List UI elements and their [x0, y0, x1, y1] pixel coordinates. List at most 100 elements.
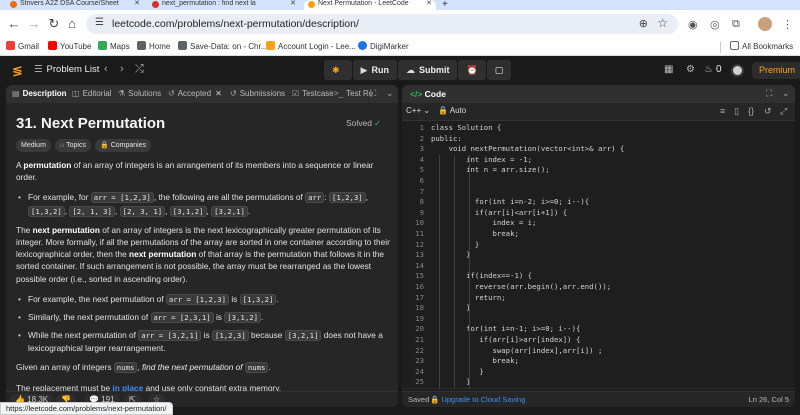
code-line[interactable]: 9 if(arr[i]<arr[i+1]) {	[402, 208, 795, 219]
user-avatar[interactable]	[731, 64, 744, 77]
bookmark-icon[interactable]: ▯	[734, 106, 739, 117]
code-line[interactable]: 16 reverse(arr.begin(),arr.end());	[402, 282, 795, 293]
code-line[interactable]: 13 }	[402, 250, 795, 261]
run-button[interactable]: ▶ Run	[352, 60, 397, 80]
code-line[interactable]: 2 public:	[402, 134, 795, 145]
next-problem-icon[interactable]: ›	[120, 63, 124, 75]
maximize-icon[interactable]: ⛶	[766, 88, 772, 99]
code-line[interactable]: 12 }	[402, 240, 795, 251]
braces-icon[interactable]: {}	[748, 106, 754, 116]
bookmark-youtube[interactable]: YouTube	[48, 41, 91, 51]
problem-list-button[interactable]: ☰ Problem List	[34, 64, 99, 75]
address-bar[interactable]: ☰ leetcode.com/problems/next-permutation…	[86, 14, 678, 34]
code-line[interactable]: 7	[402, 187, 795, 198]
home-icon[interactable]: ⌂	[64, 16, 80, 32]
bookmark-gmail[interactable]: Gmail	[6, 41, 39, 51]
language-select[interactable]: C++ ⌄	[406, 106, 430, 115]
code-line[interactable]: 20 for(int i=n-1; i>=0; i--){	[402, 324, 795, 335]
zoom-icon[interactable]: ⊕	[639, 17, 648, 30]
code-line[interactable]: 22 swap(arr[index],arr[i]) ;	[402, 346, 795, 357]
code-line[interactable]: 1 class Solution {	[402, 123, 795, 134]
bookmark-account-login[interactable]: Account Login - Lee...	[266, 41, 356, 51]
profile-avatar[interactable]	[758, 17, 772, 31]
companies-chip[interactable]: 🔒 Companies	[94, 139, 152, 152]
layout-grid-icon[interactable]: ▦	[664, 64, 673, 75]
topics-chip[interactable]: ⌂ Topics	[54, 139, 91, 152]
prev-problem-icon[interactable]: ‹	[104, 63, 108, 75]
forward-arrow-icon[interactable]: →	[26, 16, 42, 32]
description-paragraph: Given an array of integers nums, find th…	[16, 361, 271, 373]
premium-button[interactable]: Premium	[752, 62, 800, 79]
code-line[interactable]: 5 int n = arr.size();	[402, 165, 795, 176]
browser-tab-leetcode[interactable]: Next Permutation - LeetCode ✕	[304, 0, 436, 10]
line-number: 16	[415, 282, 424, 291]
bookmark-save-data[interactable]: Save-Data: on - Chr...	[178, 41, 267, 51]
code-line[interactable]: 21 if(arr[i]>arr[index]) {	[402, 335, 795, 346]
cursor-position: Ln 26, Col 5	[748, 395, 789, 404]
bookmark-digimarker[interactable]: DigiMarker	[358, 41, 409, 51]
code-line[interactable]: 24 }	[402, 367, 795, 378]
code-line[interactable]: 10 index = i;	[402, 218, 795, 229]
extension-icon[interactable]: ◎	[710, 18, 720, 31]
browser-tab-next-permutation-find[interactable]: next_permutation : find next la ✕	[148, 0, 300, 10]
timer-button[interactable]: ⏰	[458, 60, 486, 80]
code-line[interactable]: 19	[402, 314, 795, 325]
code-editor[interactable]: 1 class Solution {2 public: 3 void nextPerm…	[402, 123, 795, 389]
line-number: 17	[415, 292, 424, 302]
tab-description[interactable]: ▤ Description	[12, 89, 67, 98]
code-line[interactable]: 25 }	[402, 377, 795, 388]
url-text[interactable]: leetcode.com/problems/next-permutation/d…	[112, 18, 359, 30]
site-info-icon[interactable]: ☰	[95, 17, 104, 28]
new-tab-plus-icon[interactable]: +	[442, 0, 448, 10]
close-icon[interactable]: ✕	[215, 89, 222, 98]
back-arrow-icon[interactable]: ←	[6, 16, 22, 32]
browser-tab-strivers[interactable]: Strivers A2Z DSA Course/Sheet ✕	[6, 0, 144, 10]
tab-test-result[interactable]: >_ Test Re	[334, 89, 373, 98]
close-icon[interactable]: ✕	[426, 0, 432, 8]
reset-icon[interactable]: ↺	[764, 106, 772, 117]
auto-mode-toggle[interactable]: 🔒 Auto	[438, 106, 466, 115]
format-icon[interactable]: ≡	[720, 106, 725, 116]
code-line[interactable]: 14	[402, 261, 795, 272]
code-line[interactable]: 15 if(index==-1) {	[402, 271, 795, 282]
menu-kebab-icon[interactable]: ⋮	[782, 18, 793, 31]
note-icon: ▢	[494, 65, 504, 75]
bookmark-star-icon[interactable]: ☆	[657, 16, 668, 30]
code-line[interactable]: 23 break;	[402, 356, 795, 367]
code-text: break;	[431, 356, 519, 366]
code-line[interactable]: 8 for(int i=n-2; i>=0; i--){	[402, 197, 795, 208]
code-line[interactable]: 17 return;	[402, 293, 795, 304]
close-icon[interactable]: ✕	[134, 0, 140, 8]
debug-button[interactable]: ✱	[324, 60, 352, 80]
all-bookmarks[interactable]: All Bookmarks	[730, 41, 793, 51]
tab-testcase[interactable]: ☑ Testcase	[292, 89, 334, 98]
notes-button[interactable]: ▢	[486, 60, 512, 80]
code-line[interactable]: 6	[402, 176, 795, 187]
chevron-down-icon[interactable]: ⌄	[386, 88, 394, 99]
bookmark-maps[interactable]: Maps	[98, 41, 130, 51]
code-line[interactable]: 11 break;	[402, 229, 795, 240]
tab-submissions[interactable]: ↺ Submissions	[230, 89, 285, 98]
extensions-puzzle-icon[interactable]: ⧉	[732, 18, 740, 31]
tab-solutions[interactable]: ⚗ Solutions	[118, 89, 161, 98]
code-line[interactable]: 4 int index = -1;	[402, 155, 795, 166]
streak-fire-icon[interactable]: ♨	[704, 64, 713, 75]
upgrade-cloud-link[interactable]: 🔒 Upgrade to Cloud Saving	[430, 395, 525, 404]
maximize-icon[interactable]: ⛶	[370, 88, 376, 99]
code-line[interactable]: 26 reverse(arr.begin()+index+1, arr.end(…	[402, 388, 795, 389]
extension-icon[interactable]: ◉	[688, 18, 698, 31]
chevron-down-icon[interactable]: ⌄	[782, 88, 790, 99]
tab-editorial[interactable]: ◫ Editorial	[72, 89, 111, 98]
code-line[interactable]: 3 void nextPermutation(vector<int>& arr)…	[402, 144, 795, 155]
bookmark-home[interactable]: Home	[137, 41, 170, 51]
difficulty-chip[interactable]: Medium	[16, 139, 51, 152]
code-line[interactable]: 18 }	[402, 303, 795, 314]
leetcode-logo-icon[interactable]: ≶	[12, 63, 23, 79]
shuffle-icon[interactable]: ⤮	[135, 63, 144, 76]
submit-button[interactable]: ☁ Submit	[397, 60, 458, 80]
fullscreen-icon[interactable]: ⤢	[780, 106, 787, 117]
tab-accepted[interactable]: ↺ Accepted ✕	[168, 89, 222, 98]
settings-gear-icon[interactable]: ⚙	[686, 64, 695, 75]
reload-icon[interactable]: ↻	[46, 16, 62, 32]
close-icon[interactable]: ✕	[290, 0, 296, 8]
